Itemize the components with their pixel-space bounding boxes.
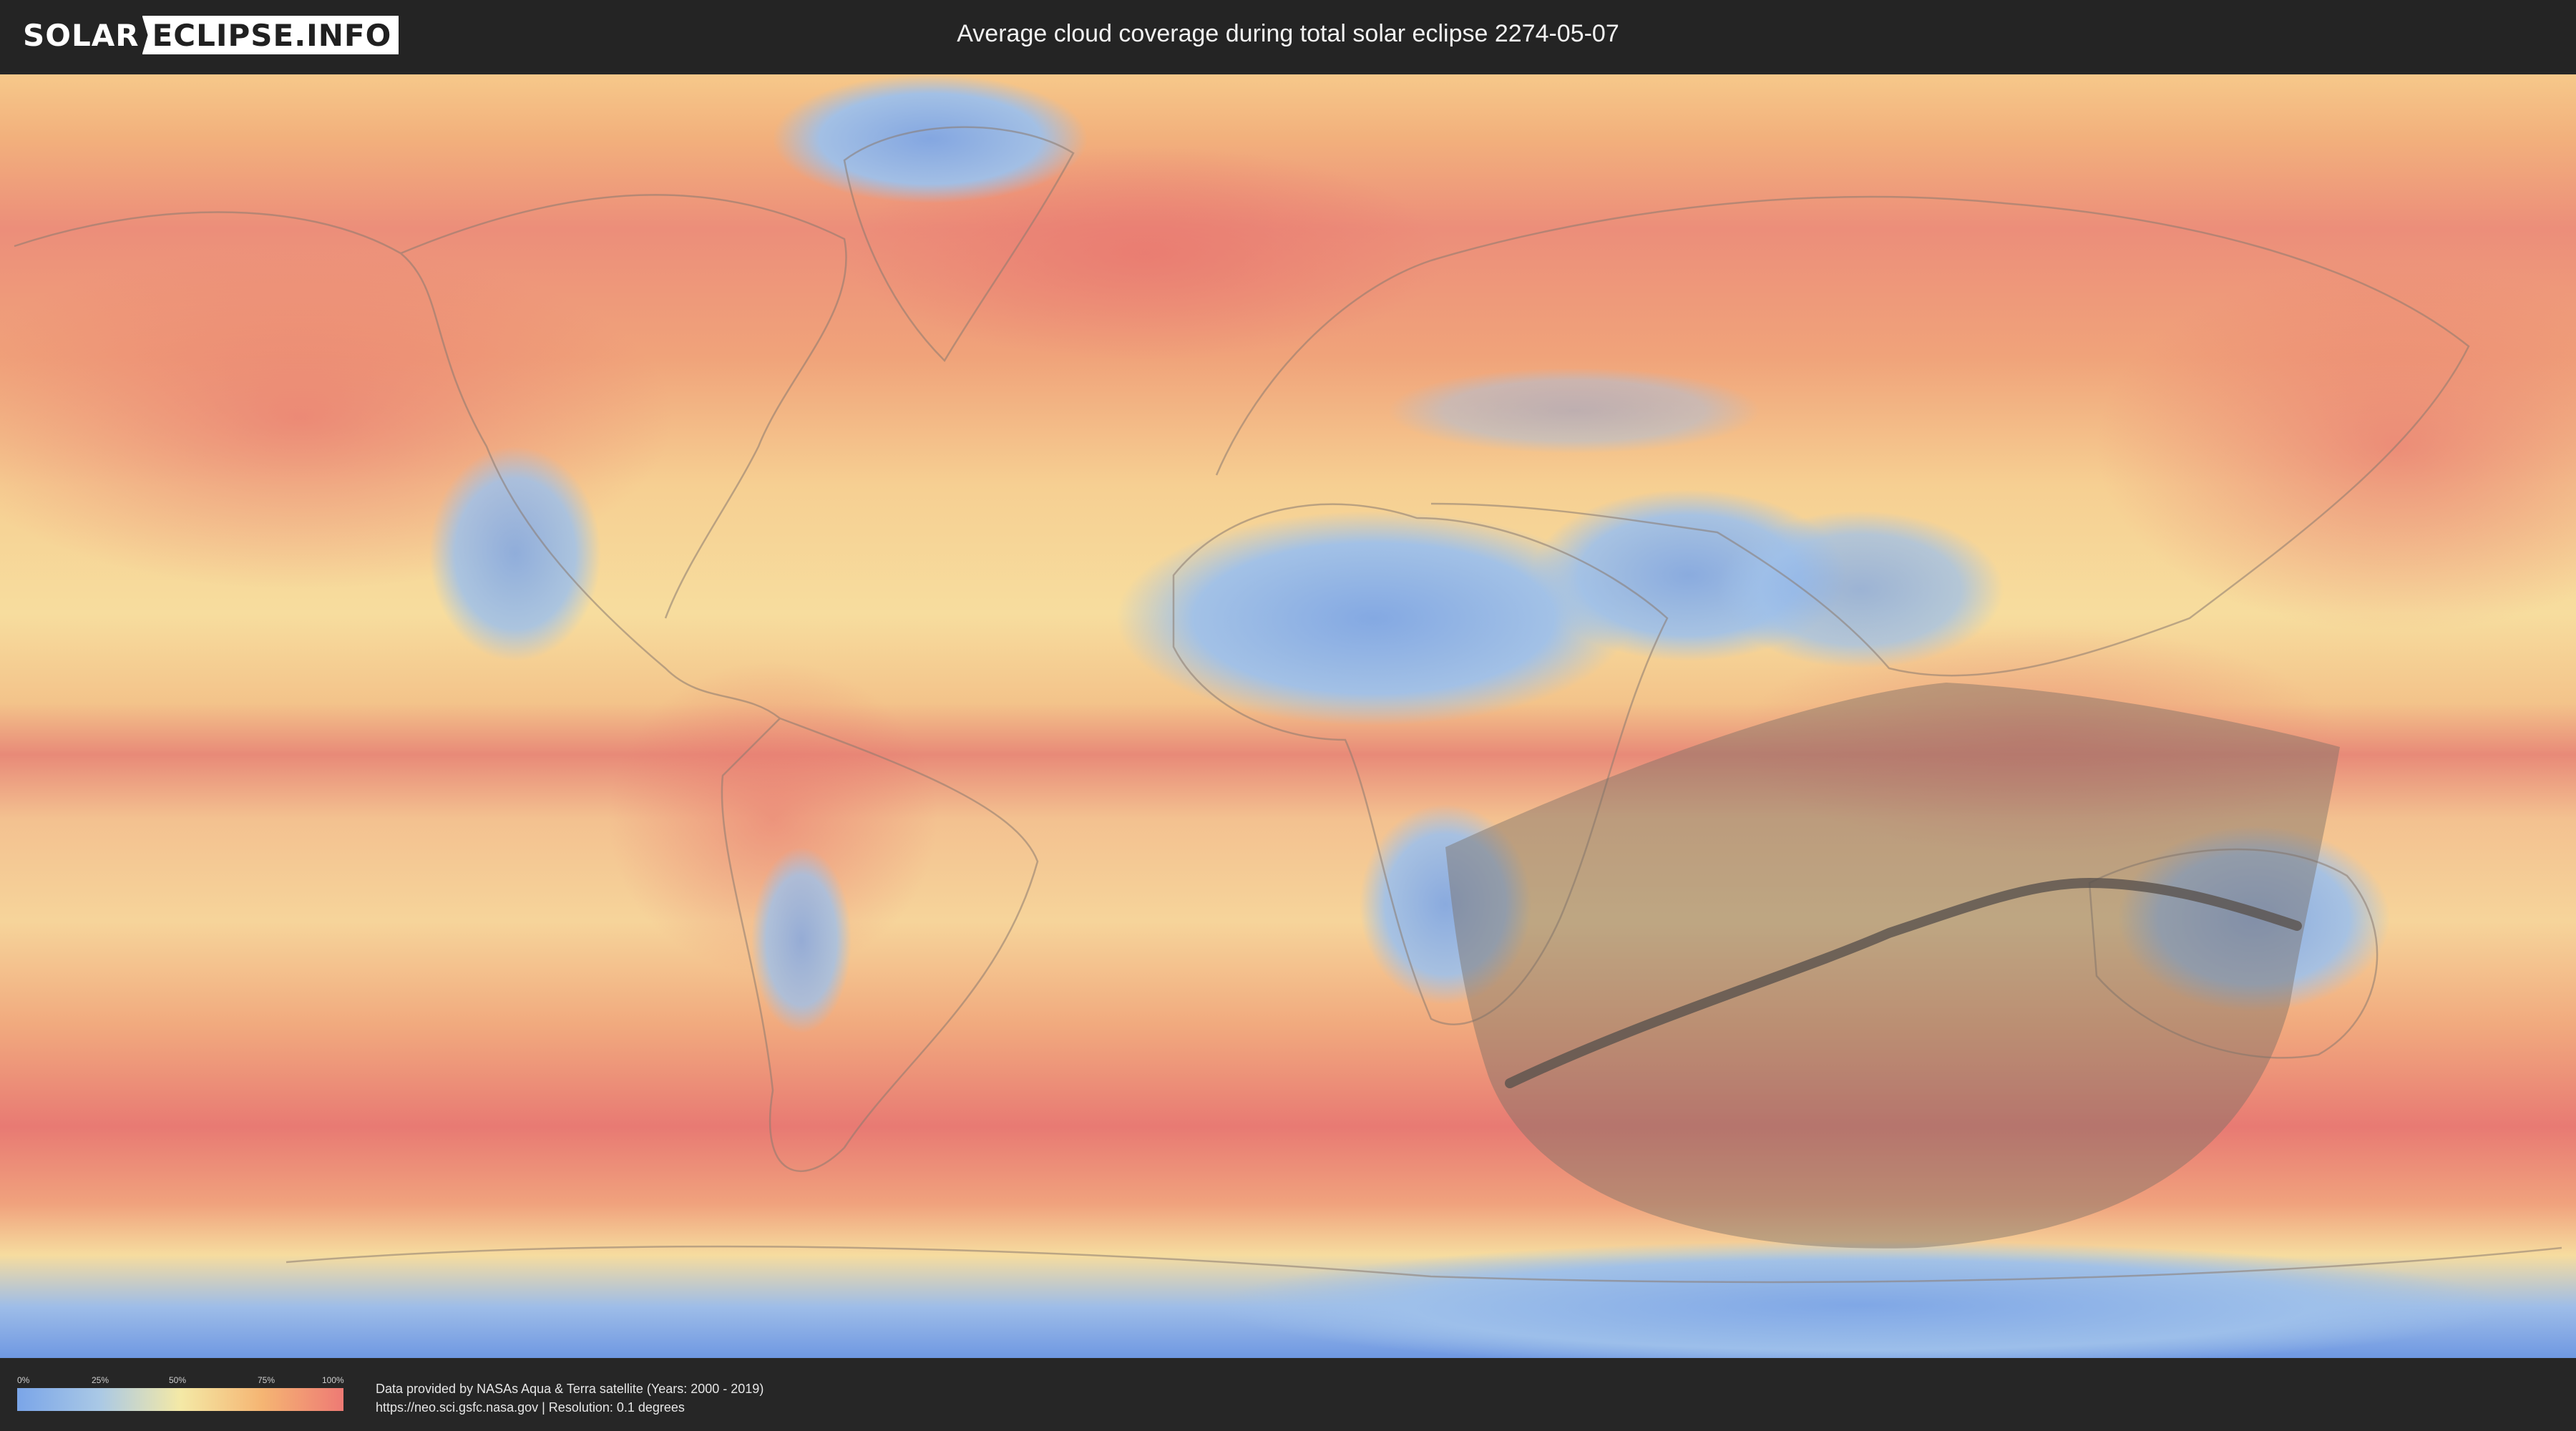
cloud-coverage-legend: 0% 25% 50% 75% 100% <box>17 1375 344 1411</box>
legend-tick-50: 50% <box>169 1375 187 1385</box>
mexico-clear <box>429 446 601 661</box>
andes-clear <box>751 847 852 1033</box>
legend-color-bar <box>17 1388 343 1411</box>
credits-source: Data provided by NASAs Aqua & Terra sate… <box>376 1382 764 1396</box>
legend-tick-25: 25% <box>92 1375 109 1385</box>
legend-tick-100: 100% <box>322 1375 344 1385</box>
page-title: Average cloud coverage during total sola… <box>957 20 1619 47</box>
legend-tick-75: 75% <box>258 1375 275 1385</box>
legend-ticks: 0% 25% 50% 75% 100% <box>17 1375 344 1388</box>
legend-tick-0: 0% <box>17 1375 30 1385</box>
data-credits: Data provided by NASAs Aqua & Terra sate… <box>376 1379 763 1417</box>
cloud-coverage-map[interactable] <box>0 74 2576 1358</box>
world-map-svg <box>0 74 2576 1358</box>
south-asia-clear <box>1717 511 2004 668</box>
central-asia-clear <box>1388 368 1760 454</box>
credits-url[interactable]: https://neo.sci.gsfc.nasa.gov | Resoluti… <box>376 1398 763 1417</box>
footer-bar: 0% 25% 50% 75% 100% Data provided by NAS… <box>0 1358 2576 1431</box>
header-bar: SOLAR ECLIPSE.INFO Average cloud coverag… <box>0 0 2576 72</box>
